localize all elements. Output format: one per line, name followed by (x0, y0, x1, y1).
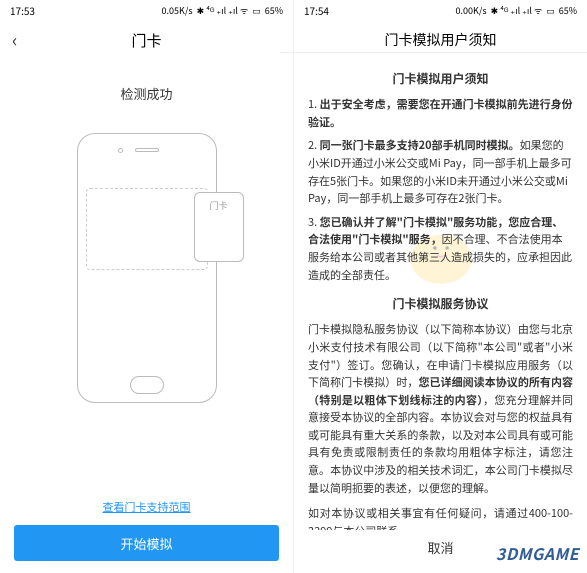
card-illustration: 门卡 (194, 192, 244, 262)
status-indicators: 0.05K/s ✱ ⁴ᴳ ₊ıl ₊ıl ᯤ ▭ 65% (162, 4, 283, 17)
battery-pct: 65% (559, 4, 577, 17)
battery-pct: 65% (265, 4, 283, 17)
start-simulate-button[interactable]: 开始模拟 (14, 525, 279, 561)
nav-title: 门卡 (131, 30, 161, 51)
site-watermark: 3DMGAME (496, 541, 579, 565)
home-button-icon (130, 376, 164, 394)
status-time: 17:53 (10, 3, 35, 18)
agreement-para-1: 门卡模拟隐私服务协议（以下简称本协议）由您与北京小米支付技术有限公司（以下简称"… (308, 321, 573, 497)
main-content: 检测成功 门卡 查看门卡支持范围 开始模拟 (0, 60, 293, 573)
notice-content[interactable]: 门卡模拟用户须知 1. 出于安全考虑，需要您在开通门卡模拟前先进行身份验证。 2… (294, 59, 587, 573)
speaker-icon (135, 148, 159, 152)
card-label: 门卡 (209, 199, 227, 212)
back-button[interactable]: ‹ (12, 27, 17, 53)
net-speed: 0.05K/s (162, 4, 193, 17)
net-speed: 0.00K/s (456, 4, 487, 17)
nav-bar: ‹ 门卡 (0, 20, 293, 60)
status-bar: 17:53 0.05K/s ✱ ⁴ᴳ ₊ıl ₊ıl ᯤ ▭ 65% (0, 0, 293, 20)
divider (280, 52, 587, 53)
section-title-notice: 门卡模拟用户须知 (308, 69, 573, 88)
nfc-zone (86, 188, 208, 270)
page-title: 门卡模拟用户须知 (294, 20, 587, 52)
battery-glyph: ▭ (252, 4, 261, 17)
detection-status: 检测成功 (120, 84, 172, 103)
notice-item-2: 2. 同一张门卡最多支持20部手机同时模拟。如果您的小米ID开通过小米公交或Mi… (308, 137, 573, 207)
support-range-link[interactable]: 查看门卡支持范围 (103, 499, 191, 515)
screen-user-notice: 17:54 0.00K/s ✱ ⁴ᴳ ₊ıl ₊ıl ᯤ ▭ 65% 门卡模拟用… (294, 0, 587, 573)
status-time: 17:54 (304, 3, 329, 18)
screen-door-card: 17:53 0.05K/s ✱ ⁴ᴳ ₊ıl ₊ıl ᯤ ▭ 65% ‹ 门卡 … (0, 0, 294, 573)
battery-glyph: ▭ (546, 4, 555, 17)
status-bar: 17:54 0.00K/s ✱ ⁴ᴳ ₊ıl ₊ıl ᯤ ▭ 65% (294, 0, 587, 20)
signal-icons: ✱ ⁴ᴳ ₊ıl ₊ıl ᯤ (491, 4, 543, 17)
status-indicators: 0.00K/s ✱ ⁴ᴳ ₊ıl ₊ıl ᯤ ▭ 65% (456, 4, 577, 17)
signal-icons: ✱ ⁴ᴳ ₊ıl ₊ıl ᯤ (197, 4, 249, 17)
notice-item-1: 1. 出于安全考虑，需要您在开通门卡模拟前先进行身份验证。 (308, 96, 573, 131)
camera-icon (118, 148, 123, 153)
phone-illustration: 门卡 (77, 133, 217, 403)
section-title-agreement: 门卡模拟服务协议 (308, 294, 573, 313)
notice-item-3: 3. 您已确认并了解"门卡模拟"服务功能，您应合理、合法使用"门卡模拟"服务，因… (308, 214, 573, 284)
